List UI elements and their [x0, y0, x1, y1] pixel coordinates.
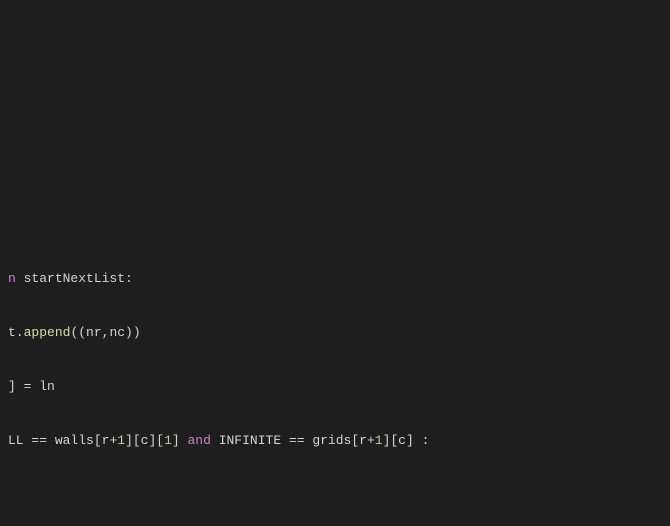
code-line — [0, 522, 670, 526]
keyword-in: n — [8, 271, 16, 286]
code-text: ][c][ — [125, 433, 164, 448]
code-text: INFINITE — [211, 433, 289, 448]
func-append: append — [24, 325, 71, 340]
code-text: ] — [172, 433, 188, 448]
code-text: ][c] : — [383, 433, 430, 448]
code-line — [0, 126, 670, 144]
keyword-and: and — [188, 433, 211, 448]
code-line — [0, 72, 670, 90]
operator-eq: == — [289, 433, 305, 448]
code-text: = ln — [16, 379, 55, 394]
code-text: ] — [8, 379, 16, 394]
number-literal: 1 — [375, 433, 383, 448]
code-editor[interactable]: n startNextList: t.append((nr,nc)) ] = l… — [0, 0, 670, 526]
code-line: n startNextList: — [0, 270, 670, 288]
code-line: LL == walls[r+1][c][1] and INFINITE == g… — [0, 432, 670, 450]
code-text: grids[r — [305, 433, 367, 448]
code-text: LL — [8, 433, 31, 448]
number-literal: 1 — [164, 433, 172, 448]
operator-eq: == — [31, 433, 47, 448]
code-text: walls[r — [47, 433, 109, 448]
code-line: ] = ln — [0, 378, 670, 396]
code-line — [0, 180, 670, 198]
operator-plus: + — [367, 433, 375, 448]
code-text: . — [16, 325, 24, 340]
code-line: t.append((nr,nc)) — [0, 324, 670, 342]
code-text: t — [8, 325, 16, 340]
code-text: ((nr,nc)) — [70, 325, 140, 340]
code-text: startNextList: — [16, 271, 133, 286]
number-literal: 1 — [117, 433, 125, 448]
